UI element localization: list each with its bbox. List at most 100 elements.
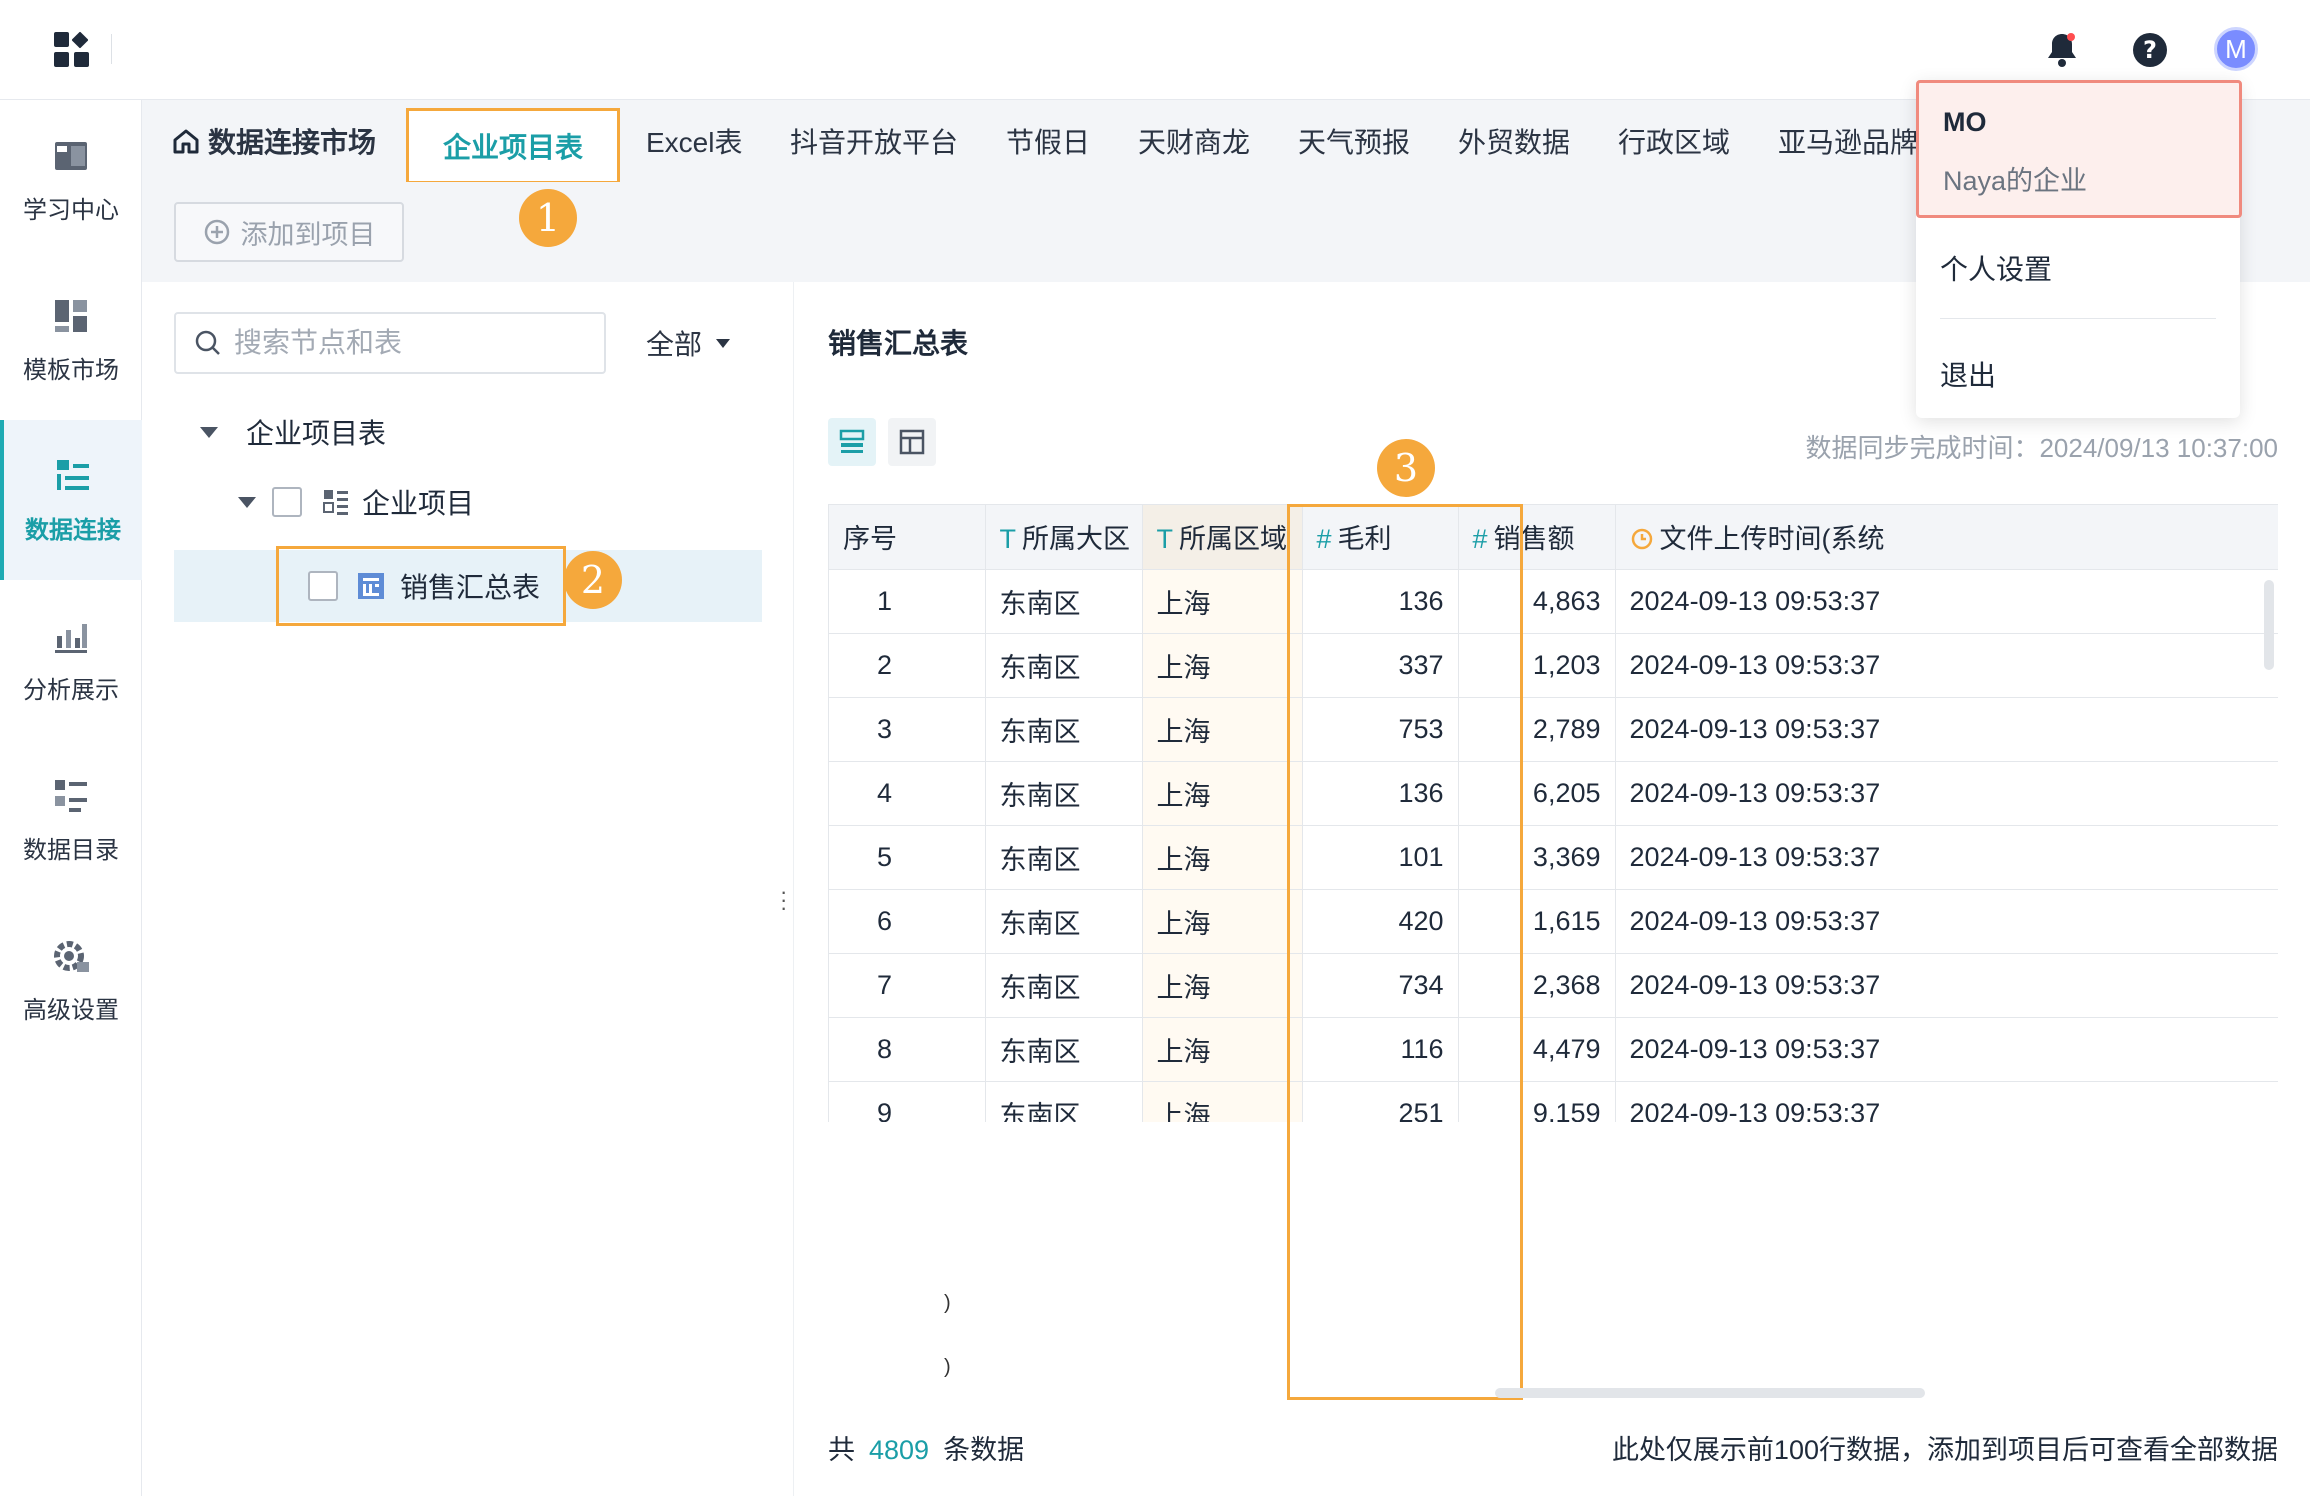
chevron-down-icon (716, 338, 731, 348)
cell-index: 1 (829, 569, 986, 634)
cell-sales: 1,615 (1458, 889, 1616, 954)
bell-icon[interactable] (2040, 28, 2084, 72)
table-row[interactable]: 8 东南区 上海 116 4,479 2024-09-13 09:53:37 (829, 1017, 2278, 1082)
cell-area: 上海 (1142, 953, 1303, 1018)
column-header-upload-time[interactable]: 文件上传时间(系统 (1615, 505, 2278, 570)
add-to-project-button[interactable]: 添加到项目 (174, 202, 404, 262)
user-menu: MO Naya的企业 个人设置 退出 (1916, 80, 2242, 418)
left-sidebar: 学习中心 模板市场 数据连接 分析展示 数据目录 高级设置 (0, 100, 142, 1496)
table-row[interactable]: 4 东南区 上海 136 6,205 2024-09-13 09:53:37 (829, 761, 2278, 826)
view-data-button[interactable] (828, 418, 876, 466)
home-icon (173, 129, 199, 154)
cell-upload-time: 2024-09-13 09:53:37 (1615, 761, 2278, 826)
table-row[interactable]: 5 东南区 上海 101 3,369 2024-09-13 09:53:37 (829, 825, 2278, 890)
tab-amazon-brand[interactable]: 亚马逊品牌 (1778, 100, 1918, 182)
column-header-label: 所属区域 (1179, 524, 1287, 555)
search-box[interactable] (174, 312, 606, 374)
cell-upload-time: 2024-09-13 09:53:37 (1615, 1017, 2278, 1082)
template-market-icon (55, 299, 87, 332)
tree-node-folder[interactable]: 企业项目 (238, 482, 474, 522)
panel-resize-handle[interactable]: · · · (780, 881, 787, 919)
menu-item-logout[interactable]: 退出 (1940, 354, 1996, 394)
cell-area: 上海 (1142, 569, 1303, 634)
column-header-index[interactable]: 序号 (829, 505, 986, 570)
table-row[interactable]: 3 东南区 上海 753 2,789 2024-09-13 09:53:37 (829, 697, 2278, 762)
table-row[interactable]: 2 东南区 上海 337 1,203 2024-09-13 09:53:37 (829, 633, 2278, 698)
cell-area: 上海 (1142, 697, 1303, 762)
logo-separator (111, 34, 112, 64)
cell-sales: 2,789 (1458, 697, 1616, 762)
number-type-icon: # (1316, 524, 1332, 555)
tab-weather[interactable]: 天气预报 (1298, 100, 1410, 182)
vertical-scrollbar[interactable] (2264, 580, 2274, 670)
apps-logo-icon[interactable] (52, 30, 92, 70)
step-marker-1: 1 (519, 189, 577, 247)
menu-divider (1940, 318, 2216, 319)
help-icon[interactable]: ? (2128, 28, 2172, 72)
tree-node-label: 企业项目表 (246, 418, 387, 449)
table-row[interactable]: 6 东南区 上海 420 1,615 2024-09-13 09:53:37 (829, 889, 2278, 954)
horizontal-scrollbar[interactable] (1495, 1388, 1925, 1398)
column-header-sales[interactable]: # 销售额 (1458, 505, 1616, 570)
user-avatar[interactable]: M (2214, 27, 2258, 71)
caret-down-icon (238, 496, 256, 508)
column-header-label: 所属大区 (1022, 524, 1130, 555)
view-structure-button[interactable] (888, 418, 936, 466)
search-input[interactable] (234, 327, 594, 359)
structure-view-icon (899, 429, 925, 455)
sidebar-item-label: 数据连接 (25, 516, 121, 544)
table-node-highlight (276, 546, 566, 626)
cell-index: 9 (829, 1081, 986, 1122)
sidebar-item-templates[interactable]: 模板市场 (0, 260, 142, 420)
cell-area: 上海 (1142, 1017, 1303, 1082)
tab-enterprise-project-table[interactable]: 企业项目表 (406, 108, 620, 184)
cell-sales: 6,205 (1458, 761, 1616, 826)
data-table: 序号 T 所属大区 T 所属区域 # 毛利 # 销售额 文件上传时间(系统 1 东南区 上海… (828, 504, 2278, 1122)
column-header-region[interactable]: T 所属大区 (985, 505, 1143, 570)
cell-area: 上海 (1142, 889, 1303, 954)
tab-excel[interactable]: Excel表 (646, 100, 742, 182)
table-row[interactable]: 1 东南区 上海 136 4,863 2024-09-13 09:53:37 (829, 569, 2278, 634)
tab-home-label: 数据连接市场 (208, 127, 377, 158)
column-header-area[interactable]: T 所属区域 (1142, 505, 1303, 570)
sidebar-item-label: 数据目录 (23, 836, 119, 864)
cell-region: 东南区 (985, 1081, 1143, 1122)
column-header-label: 销售额 (1493, 524, 1575, 555)
sidebar-item-label: 分析展示 (23, 676, 119, 704)
cell-region: 东南区 (985, 953, 1143, 1018)
sidebar-item-learning[interactable]: 学习中心 (0, 100, 142, 260)
table-title: 销售汇总表 (828, 328, 969, 359)
table-row[interactable]: 9 东南区 上海 251 9,159 2024-09-13 09:53:37 (829, 1081, 2278, 1122)
tab-tiancai[interactable]: 天财商龙 (1138, 100, 1250, 182)
cell-index: 7 (829, 953, 986, 1018)
cell-area: 上海 (1142, 1081, 1303, 1122)
sidebar-item-catalog[interactable]: 数据目录 (0, 740, 142, 900)
user-org: Naya的企业 (1943, 166, 2088, 196)
folder-checkbox[interactable] (272, 487, 302, 517)
tab-admin-regions[interactable]: 行政区域 (1618, 100, 1730, 182)
table-row[interactable]: 7 东南区 上海 734 2,368 2024-09-13 09:53:37 (829, 953, 2278, 1018)
sidebar-item-analysis[interactable]: 分析展示 (0, 580, 142, 740)
analysis-icon (55, 623, 87, 653)
cell-gross-profit: 101 (1302, 825, 1459, 890)
tab-holidays[interactable]: 节假日 (1006, 100, 1090, 182)
sidebar-item-label: 高级设置 (23, 996, 119, 1024)
column-header-gross-profit[interactable]: # 毛利 (1302, 505, 1459, 570)
tab-foreign-trade[interactable]: 外贸数据 (1458, 100, 1570, 182)
user-menu-header[interactable]: MO Naya的企业 (1916, 80, 2242, 218)
cell-gross-profit: 753 (1302, 697, 1459, 762)
sidebar-item-advanced-settings[interactable]: 高级设置 (0, 900, 142, 1060)
plus-circle-icon (204, 219, 229, 245)
row-fragment: ) (944, 1292, 951, 1314)
menu-item-personal-settings[interactable]: 个人设置 (1940, 248, 2052, 288)
filter-dropdown[interactable]: 全部 (646, 312, 731, 374)
cell-upload-time: 2024-09-13 09:53:37 (1615, 825, 2278, 890)
tab-douyin[interactable]: 抖音开放平台 (790, 100, 958, 182)
cell-gross-profit: 251 (1302, 1081, 1459, 1122)
row-count-suffix: 条数据 (943, 1435, 1025, 1465)
tree-node-root[interactable]: 企业项目表 (200, 412, 386, 452)
cell-index: 2 (829, 633, 986, 698)
cell-upload-time: 2024-09-13 09:53:37 (1615, 1081, 2278, 1122)
sidebar-item-data-connection[interactable]: 数据连接 (0, 420, 142, 580)
tab-home[interactable]: 数据连接市场 (172, 100, 376, 182)
